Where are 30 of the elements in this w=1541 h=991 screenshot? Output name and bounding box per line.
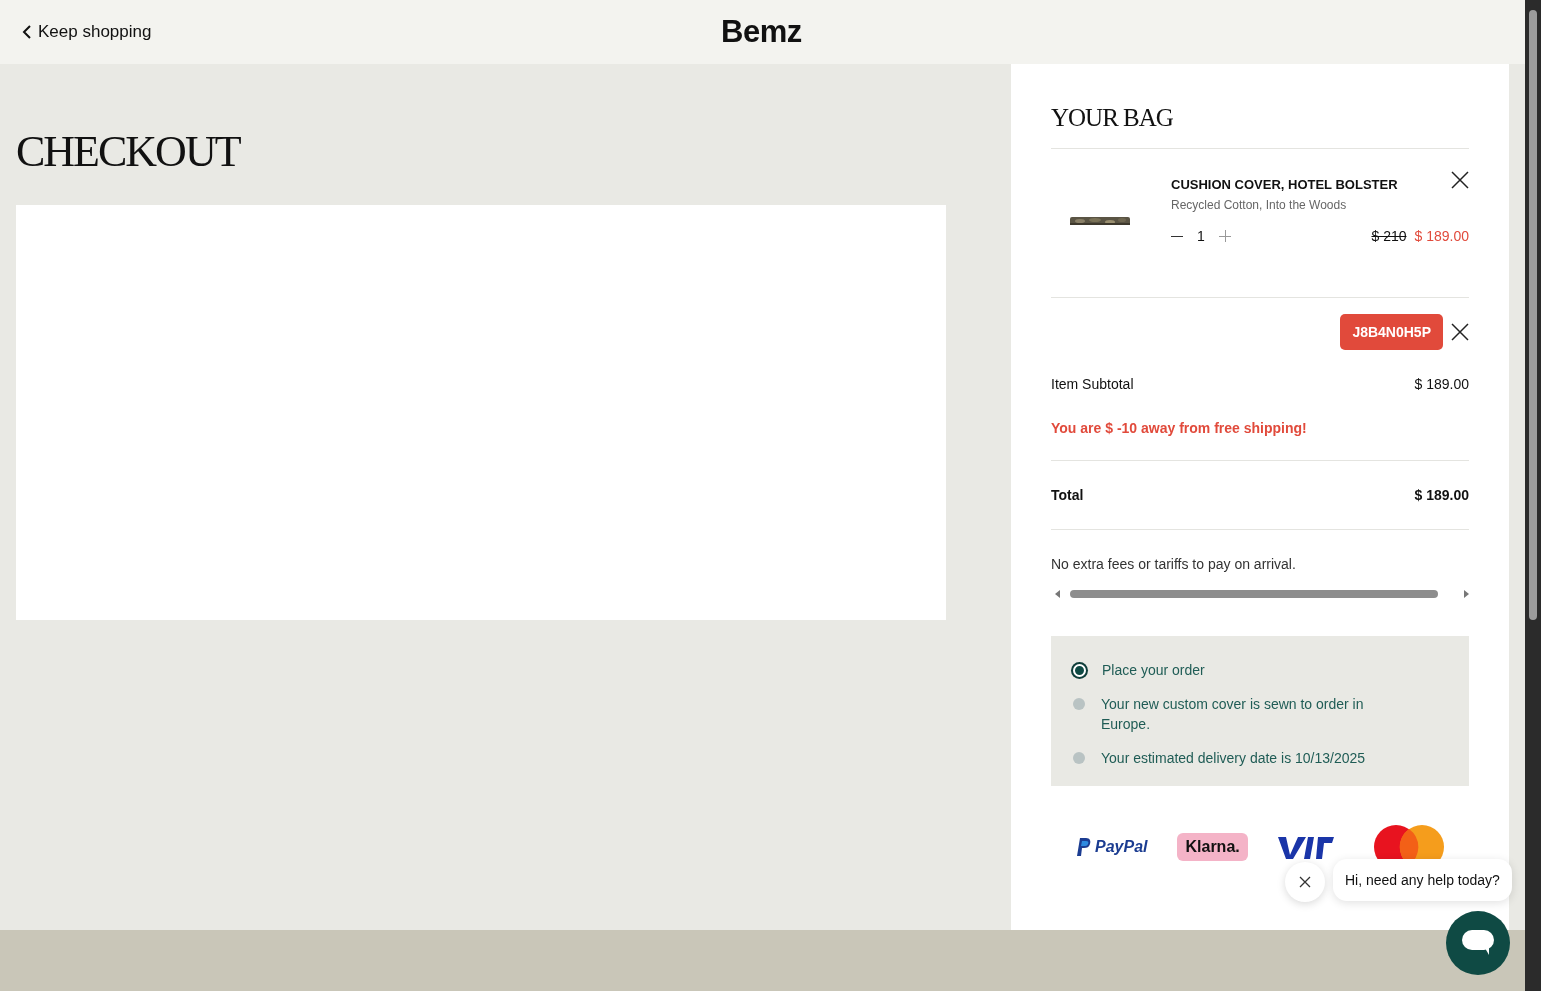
quantity: 1 <box>1197 228 1205 244</box>
discount-code-tag: J8B4N0H5P <box>1340 314 1443 350</box>
remove-icon[interactable] <box>1451 171 1469 189</box>
total-label: Total <box>1051 487 1084 503</box>
old-price: $ 210 <box>1371 228 1407 244</box>
logo[interactable]: Bemz <box>721 14 802 50</box>
fees-note: No extra fees or tariffs to pay on arrival. <box>1051 556 1297 572</box>
plus-icon[interactable] <box>1218 230 1231 242</box>
scrollbar[interactable] <box>1525 0 1541 991</box>
chevron-left-icon <box>22 25 32 39</box>
subtotal-label: Item Subtotal <box>1051 376 1134 392</box>
sale-price: $ 189.00 <box>1414 228 1469 244</box>
step-text: Place your order <box>1102 661 1206 680</box>
page-title: CHECKOUT <box>16 126 242 177</box>
close-icon <box>1299 876 1311 888</box>
back-link[interactable]: Keep shopping <box>22 22 152 42</box>
p-mark-icon <box>1077 838 1091 856</box>
bag-title: YOUR BAG <box>1051 104 1469 149</box>
minus-icon[interactable] <box>1171 235 1183 237</box>
step-text: Your estimated delivery date is 10/13/2025 <box>1101 749 1367 768</box>
product-variant: Recycled Cotton, Into the Woods <box>1171 198 1348 212</box>
remove-code-icon[interactable] <box>1451 323 1469 341</box>
klarna-logo: Klarna. <box>1177 833 1248 861</box>
paypal-logo: PayPal <box>1077 838 1148 856</box>
step-text: Your new custom cover is sewn to order in Europe. <box>1101 695 1365 734</box>
shipping-notice: You are $ -10 away from free shipping! <box>1051 420 1469 461</box>
total-value: $ 189.00 <box>1414 487 1469 503</box>
product-name: CUSHION COVER, HOTEL BOLSTER <box>1171 177 1398 192</box>
chat-message: Hi, need any help today? <box>1333 859 1512 901</box>
subtotal-value: $ 189.00 <box>1414 376 1469 392</box>
